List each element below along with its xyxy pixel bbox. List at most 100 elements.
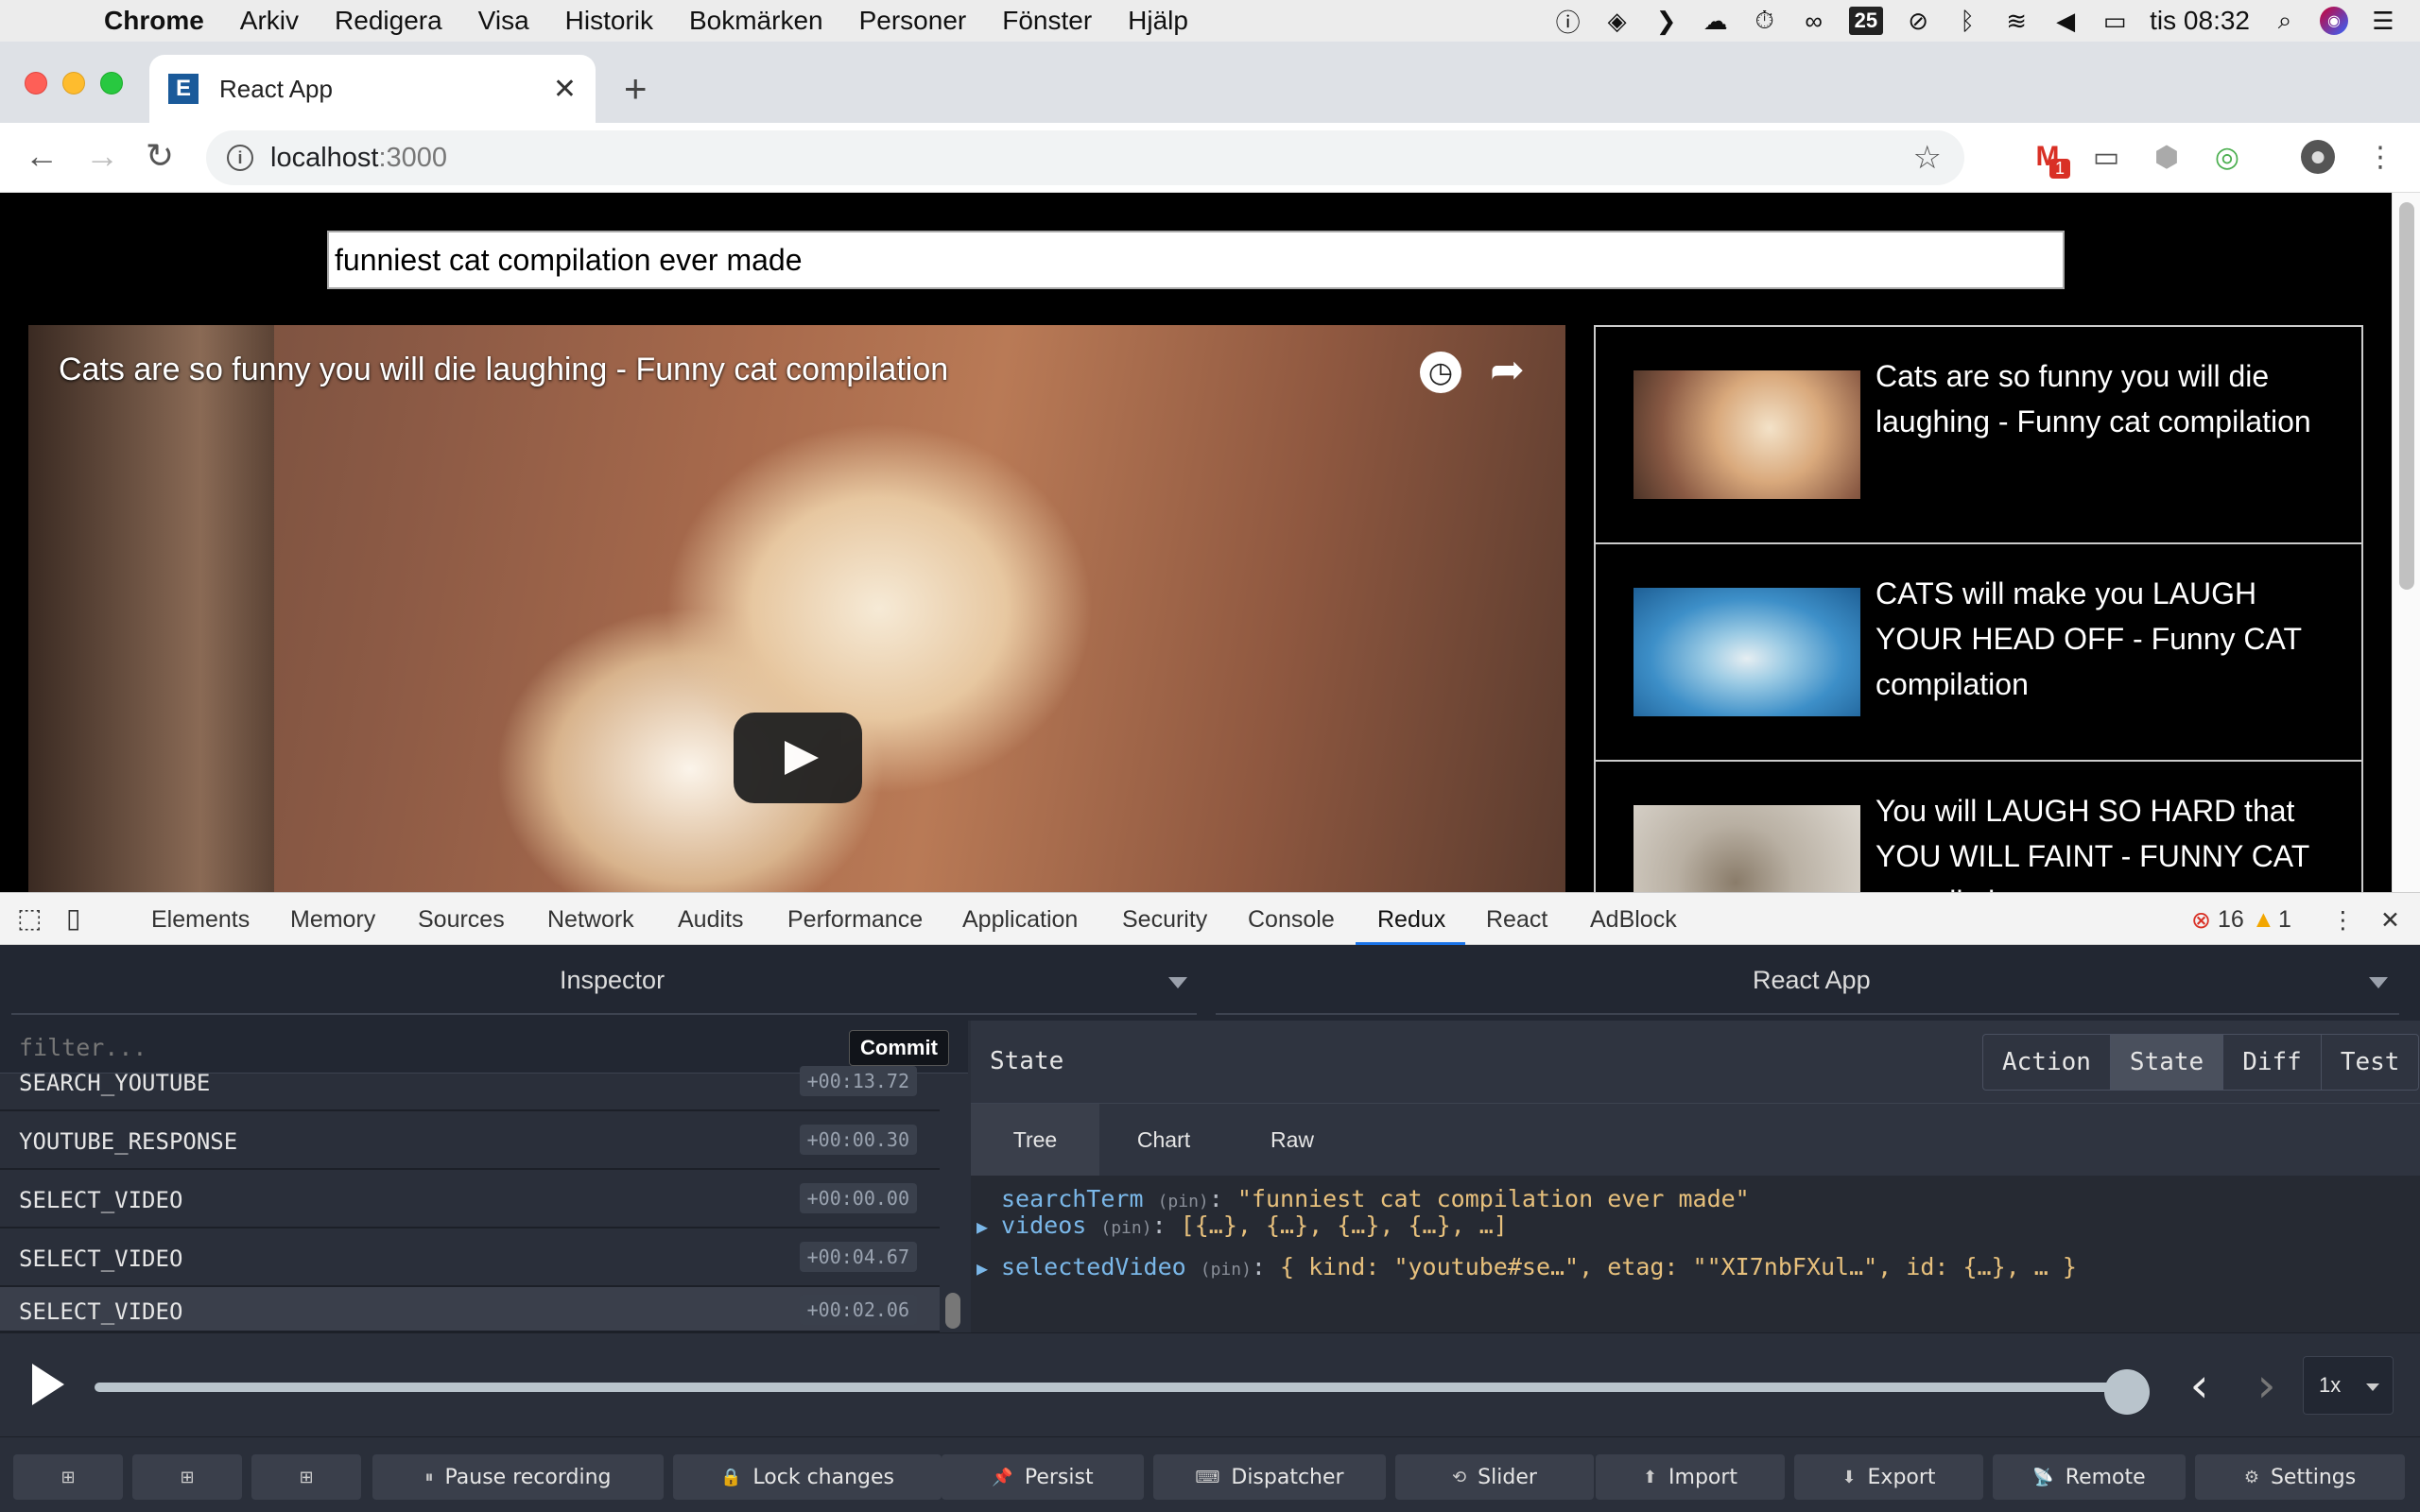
reload-icon[interactable]: ↻ [146,136,174,176]
menu-arkiv[interactable]: Arkiv [240,6,299,36]
settings-button[interactable]: ⚙ Settings [2195,1454,2405,1500]
dropbox-icon[interactable]: ◈ [1603,7,1632,35]
warning-icon[interactable]: ▲ [2252,906,2275,934]
layout-window-button[interactable]: ⊞ [251,1454,361,1500]
timer-icon[interactable]: ⏱ [1751,6,1779,35]
persist-button[interactable]: 📌 Persist [942,1454,1144,1500]
tab-elements[interactable]: Elements [151,906,250,934]
tab-react[interactable]: React [1486,906,1547,934]
devtools-close-icon[interactable]: ✕ [2380,906,2400,935]
import-button[interactable]: ⬆ Import [1596,1454,1785,1500]
tree-pin[interactable]: (pin) [1100,1218,1151,1238]
menu-visa[interactable]: Visa [478,6,529,36]
menu-clock[interactable]: tis 08:32 [2150,6,2250,36]
warning-count[interactable]: 1 [2278,906,2291,934]
next-action-icon[interactable]: › [2252,1358,2280,1413]
monitor-select[interactable]: Inspector [560,966,665,995]
expand-selected-video-icon[interactable]: ▶ [977,1257,988,1280]
slider-track[interactable] [95,1383,2127,1392]
tab-diff[interactable]: Diff [2223,1035,2322,1090]
tab-network[interactable]: Network [547,906,634,934]
monitor-dropdown-icon[interactable] [1168,977,1187,988]
menu-personer[interactable]: Personer [859,6,967,36]
chrome-menu-icon[interactable]: ⋮ [2363,140,2397,174]
expand-videos-icon[interactable]: ▶ [977,1215,988,1238]
page-scrollbar-thumb[interactable] [2399,202,2414,590]
menu-fonster[interactable]: Fönster [1002,6,1092,36]
menu-hjalp[interactable]: Hjälp [1128,6,1188,36]
forward-icon[interactable]: → [85,136,119,176]
tab-application[interactable]: Application [962,906,1078,934]
action-row[interactable]: SELECT_VIDEO +00:04.67 [0,1228,940,1287]
share-icon[interactable]: ➦ [1490,346,1525,394]
layout-monitor-button[interactable]: ⊞ [13,1454,123,1500]
back-icon[interactable]: ← [25,136,59,176]
volume-icon[interactable]: ◀ [2051,7,2080,35]
tree-node-videos[interactable]: videos (pin): [{…}, {…}, {…}, {…}, …] [1001,1211,1508,1239]
play-icon[interactable] [32,1364,64,1405]
action-row[interactable]: SELECT_VIDEO +00:00.00 [0,1170,940,1228]
tab-redux[interactable]: Redux [1377,906,1445,934]
instance-select[interactable]: React App [1753,966,1871,995]
tree-node-selected-video[interactable]: selectedVideo (pin): { kind: "youtube#se… [1001,1253,2077,1280]
sync-icon[interactable]: ⊘ [1904,7,1932,35]
tree-pin[interactable]: (pin) [1201,1260,1252,1280]
action-row[interactable]: SEARCH_YOUTUBE +00:13.72 [0,1053,940,1111]
menu-redigera[interactable]: Redigera [335,6,442,36]
tab-memory[interactable]: Memory [290,906,375,934]
export-button[interactable]: ⬇ Export [1794,1454,1983,1500]
tab-tree[interactable]: Tree [971,1104,1099,1176]
tab-raw[interactable]: Raw [1228,1104,1357,1176]
profile-avatar[interactable]: ● [2301,140,2335,174]
extension-shield-icon[interactable]: ⬢ [2150,140,2184,174]
error-count[interactable]: 16 [2218,906,2244,934]
tab-state[interactable]: State [2110,1035,2224,1090]
layout-split-button[interactable]: ⊞ [132,1454,242,1500]
error-icon[interactable]: ⊗ [2191,906,2211,935]
previous-action-icon[interactable]: ‹ [2186,1358,2214,1413]
bluetooth-icon[interactable]: ᛒ [1953,7,1981,35]
bookmark-star-icon[interactable]: ☆ [1913,139,1942,177]
action-list-scrollbar[interactable] [940,1074,968,1332]
window-minimize-button[interactable] [62,72,85,94]
tab-console[interactable]: Console [1248,906,1335,934]
inspect-element-icon[interactable]: ⬚ [17,902,42,934]
page-scrollbar[interactable] [2392,193,2420,892]
play-button[interactable] [734,713,862,803]
pause-recording-button[interactable]: ⏸ Pause recording [372,1454,664,1500]
glasses-icon[interactable]: ∞ [1800,7,1828,35]
device-toolbar-icon[interactable]: ▯ [66,902,80,934]
menu-historik[interactable]: Historik [565,6,653,36]
speed-select[interactable]: 1x [2303,1356,2394,1415]
onepassword-icon[interactable]: ⓘ [1554,7,1582,37]
tab-sources[interactable]: Sources [418,906,505,934]
notification-center-icon[interactable]: ☰ [2369,7,2397,35]
extension-ring-icon[interactable]: ◎ [2210,140,2244,174]
spotlight-icon[interactable]: ⌕ [2271,6,2299,35]
battery-icon[interactable]: ▭ [2100,7,2129,35]
slider-button[interactable]: ⟲ Slider [1395,1454,1594,1500]
tab-chart[interactable]: Chart [1099,1104,1228,1176]
calendar-badge[interactable]: 25 [1848,7,1884,35]
tree-node-search-term[interactable]: searchTerm (pin): "funniest cat compilat… [1001,1185,1750,1212]
tree-pin[interactable]: (pin) [1158,1192,1209,1211]
video-player[interactable]: Cats are so funny you will die laughing … [28,325,1565,892]
tab-react-app[interactable]: E React App ✕ [149,55,596,123]
cast-icon[interactable]: ▭ [2089,140,2123,174]
menu-bokmarken[interactable]: Bokmärken [689,6,823,36]
tab-performance[interactable]: Performance [787,906,923,934]
slider-handle[interactable] [2104,1369,2150,1415]
tab-test[interactable]: Test [2322,1035,2419,1090]
new-tab-icon[interactable]: + [624,66,648,112]
chevron-right-icon[interactable]: ❯ [1652,7,1681,35]
wifi-icon[interactable]: ≋ [2002,7,2031,35]
window-close-button[interactable] [25,72,47,94]
menu-chrome[interactable]: Chrome [104,6,204,36]
tab-audits[interactable]: Audits [678,906,743,934]
video-list-item[interactable]: Cats are so funny you will die laughing … [1596,327,2361,544]
cloud-icon[interactable]: ☁ [1702,7,1730,35]
watch-later-icon[interactable]: ◷ [1420,352,1461,393]
devtools-menu-icon[interactable]: ⋮ [2331,906,2355,935]
action-row-selected[interactable]: SELECT_VIDEO +00:02.06 [0,1287,940,1332]
window-zoom-button[interactable] [100,72,123,94]
